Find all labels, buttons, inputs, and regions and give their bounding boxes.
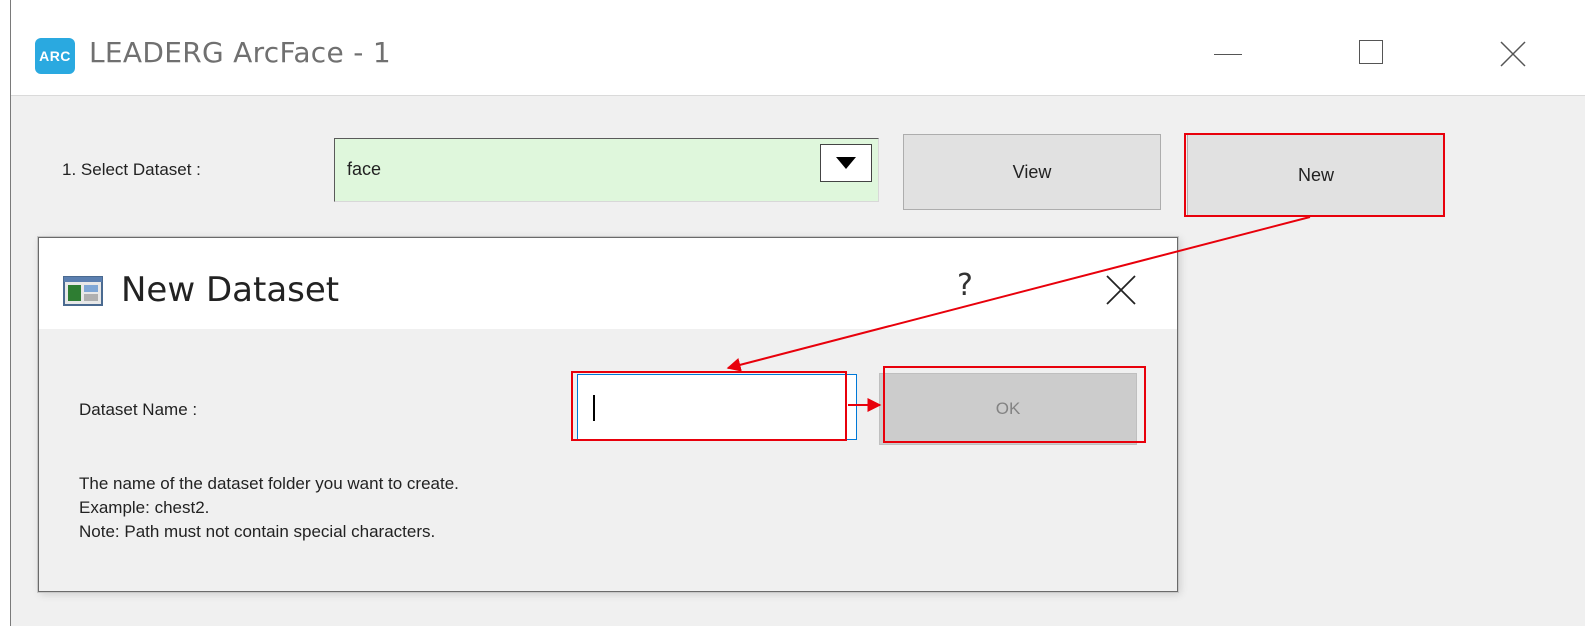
ok-button[interactable]: OK: [879, 373, 1137, 445]
dataset-combobox[interactable]: face: [334, 138, 879, 202]
arc-logo-icon: ARC: [35, 38, 75, 74]
dataset-window-icon: [63, 276, 103, 306]
close-icon: [1500, 41, 1526, 67]
dropdown-button[interactable]: [820, 144, 872, 182]
close-button[interactable]: [1489, 32, 1537, 76]
new-button[interactable]: New: [1187, 134, 1445, 216]
dataset-combobox-value: face: [347, 159, 382, 179]
dialog-titlebar: New Dataset ?: [39, 238, 1177, 329]
text-caret: [593, 395, 595, 421]
view-button[interactable]: View: [903, 134, 1161, 210]
select-dataset-label: 1. Select Dataset :: [62, 160, 201, 179]
hint-line: Example: chest2.: [79, 498, 210, 517]
dialog-title: New Dataset: [121, 270, 340, 310]
triangle-down-icon: [836, 157, 856, 169]
new-dataset-dialog: New Dataset ? Dataset Name : OK The name…: [38, 237, 1178, 592]
hint-line: Note: Path must not contain special char…: [79, 522, 436, 541]
maximize-button[interactable]: [1347, 32, 1395, 76]
window-titlebar: ARC LEADERG ArcFace - 1: [11, 0, 1585, 96]
hint-line: The name of the dataset folder you want …: [79, 474, 459, 493]
help-button[interactable]: ?: [957, 268, 973, 303]
dialog-close-icon[interactable]: [1103, 272, 1139, 308]
dataset-name-input[interactable]: [577, 374, 857, 440]
window-title: LEADERG ArcFace - 1: [89, 36, 391, 69]
dataset-hint: The name of the dataset folder you want …: [79, 472, 459, 544]
dataset-name-label: Dataset Name :: [79, 400, 198, 419]
minimize-button[interactable]: [1204, 32, 1252, 76]
